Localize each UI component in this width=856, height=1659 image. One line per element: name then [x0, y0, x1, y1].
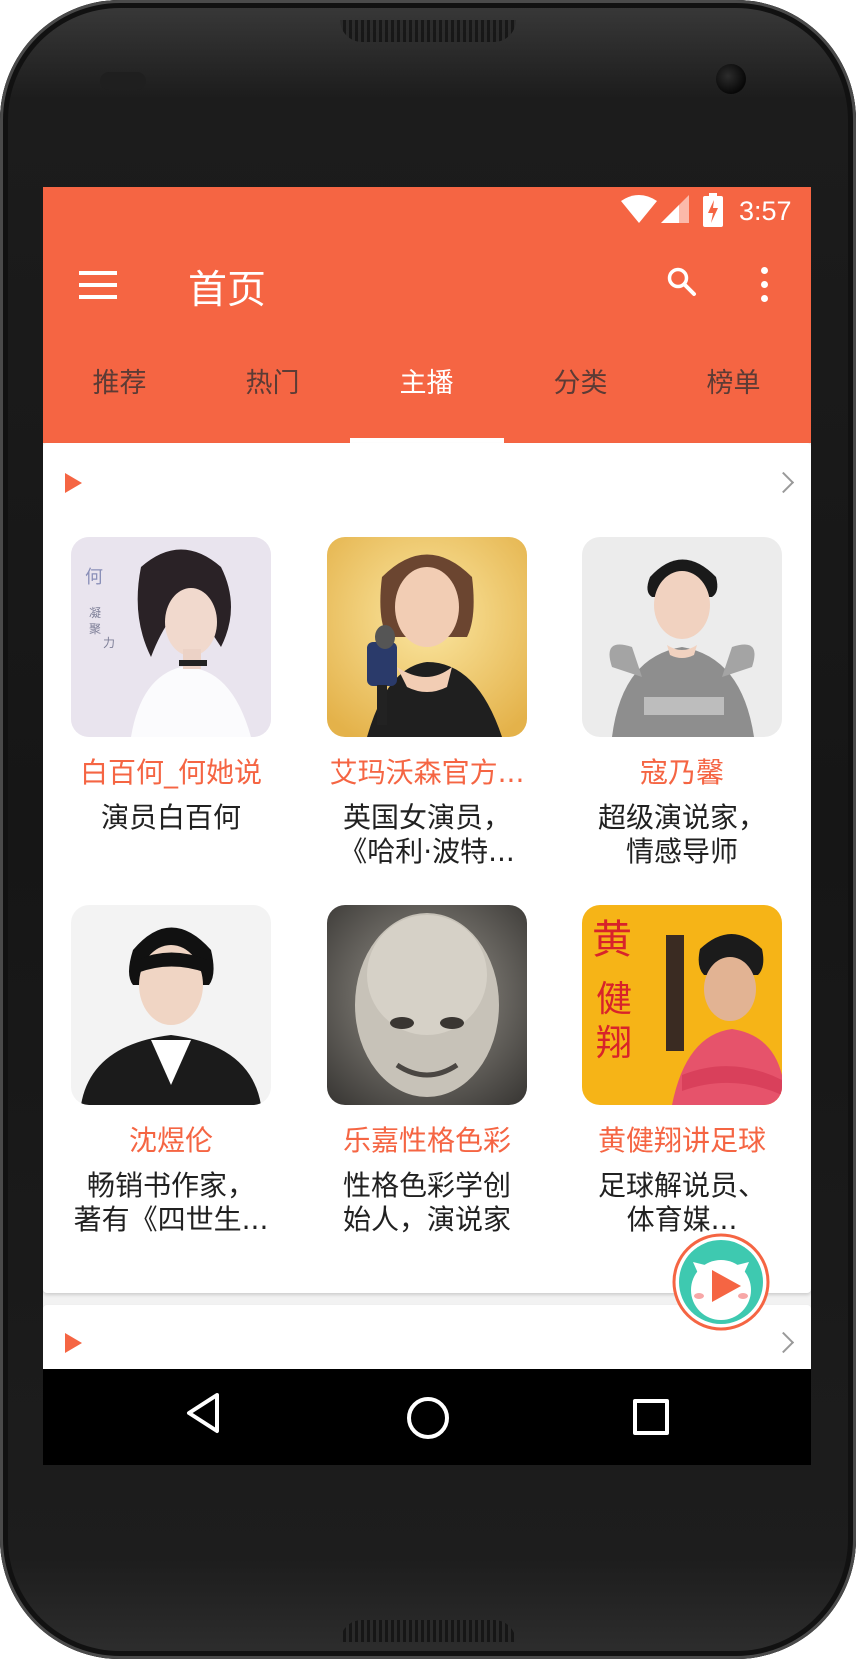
play-icon [65, 1333, 82, 1353]
content-area: 何 凝 聚 力 白百何_何她说 演员白百何 艾玛沃森官方... 英国女演员， 《… [43, 443, 811, 1465]
anchor-item[interactable]: 何 凝 聚 力 白百何_何她说 演员白百何 [71, 537, 271, 867]
system-nav-bar [43, 1369, 811, 1465]
anchor-description-line: 足球解说员、 [597, 1169, 766, 1202]
bottom-speaker [340, 1620, 516, 1642]
anchor-description-line: 著有《四世生... [73, 1203, 269, 1236]
front-camera [716, 64, 746, 94]
svg-text:凝: 凝 [89, 605, 101, 620]
more-options-icon[interactable] [759, 267, 769, 303]
anchor-description: 足球解说员、 体育媒... [572, 1169, 792, 1237]
anchor-avatar [582, 537, 782, 737]
battery-charging-icon [703, 193, 723, 227]
anchor-description-line: 英国女演员， [342, 801, 511, 834]
anchor-avatar: 黄 健 翔 [582, 905, 782, 1105]
tab-anchors[interactable]: 主播 [350, 337, 503, 443]
tab-recommend[interactable]: 推荐 [43, 337, 196, 443]
anchor-description: 超级演说家， 情感导师 [572, 801, 792, 869]
toolbar: 首页 [43, 237, 811, 337]
anchor-item[interactable]: 艾玛沃森官方... 英国女演员， 《哈利·波特... [327, 537, 527, 868]
anchor-description-line: 情感导师 [625, 835, 738, 868]
recent-apps-icon[interactable] [633, 1399, 669, 1435]
anchor-description-line: 超级演说家， [597, 801, 766, 834]
page-title: 首页 [188, 268, 267, 313]
section-header[interactable] [43, 443, 811, 523]
anchor-avatar [327, 537, 527, 737]
anchor-description-line: 性格色彩学创 [342, 1169, 511, 1202]
proximity-sensor [100, 72, 146, 90]
anchor-description-line: 始人，演说家 [342, 1203, 511, 1236]
app-bar: 3:57 首页 推荐 热门 主播 分类 榜单 [43, 187, 811, 443]
tab-hot[interactable]: 热门 [196, 337, 349, 443]
anchor-name: 沈煜伦 [128, 1124, 213, 1157]
app-screen: 3:57 首页 推荐 热门 主播 分类 榜单 何 凝 聚 力 白百何_何她说 演… [43, 187, 811, 1465]
anchor-avatar: 何 凝 聚 力 [71, 537, 271, 737]
status-bar: 3:57 [43, 187, 811, 237]
tab-rankings[interactable]: 榜单 [657, 337, 810, 443]
status-time: 3:57 [739, 196, 792, 226]
svg-text:健: 健 [596, 979, 632, 1020]
anchor-name: 寇乃馨 [639, 756, 724, 789]
search-icon[interactable] [667, 267, 697, 297]
phone-frame: 3:57 首页 推荐 热门 主播 分类 榜单 何 凝 聚 力 白百何_何她说 演… [0, 0, 856, 1659]
anchor-avatar [71, 905, 271, 1105]
anchor-name: 艾玛沃森官方... [329, 756, 525, 789]
anchor-description: 性格色彩学创 始人，演说家 [317, 1169, 537, 1237]
anchor-description-line: 畅销书作家， [86, 1169, 255, 1202]
anchor-name: 黄健翔讲足球 [597, 1124, 766, 1157]
anchor-description-line: 《哈利·波特... [339, 835, 515, 868]
anchor-description: 演员白百何 [61, 801, 281, 835]
anchor-card: 何 凝 聚 力 白百何_何她说 演员白百何 艾玛沃森官方... 英国女演员， 《… [43, 443, 811, 1293]
svg-text:黄: 黄 [592, 917, 632, 963]
hamburger-menu-icon[interactable] [79, 271, 117, 299]
wifi-icon [621, 195, 657, 223]
floating-play-button[interactable] [671, 1232, 771, 1332]
anchor-description: 英国女演员， 《哈利·波特... [317, 801, 537, 869]
play-icon [65, 473, 82, 493]
anchor-description-line: 演员白百何 [100, 801, 241, 834]
home-icon[interactable] [407, 1397, 449, 1439]
tab-categories[interactable]: 分类 [504, 337, 657, 443]
anchor-item[interactable]: 黄 健 翔 黄健翔讲足球 足球解说员、 体育媒... [582, 905, 782, 1236]
back-icon[interactable] [183, 1391, 223, 1435]
anchor-item[interactable]: 沈煜伦 畅销书作家， 著有《四世生... [71, 905, 271, 1236]
anchor-item[interactable]: 寇乃馨 超级演说家， 情感导师 [582, 537, 782, 868]
svg-text:力: 力 [103, 636, 115, 650]
svg-text:何: 何 [85, 567, 103, 588]
anchor-item[interactable]: 乐嘉性格色彩 性格色彩学创 始人，演说家 [327, 905, 527, 1236]
anchor-description: 畅销书作家， 著有《四世生... [61, 1169, 281, 1237]
chevron-right-icon[interactable] [772, 1331, 795, 1354]
svg-text:翔: 翔 [596, 1023, 632, 1064]
tab-bar: 推荐 热门 主播 分类 榜单 [43, 337, 811, 443]
earpiece-speaker [340, 20, 516, 42]
anchor-avatar [327, 905, 527, 1105]
anchor-name: 乐嘉性格色彩 [342, 1124, 511, 1157]
anchor-name: 白百何_何她说 [79, 756, 262, 789]
signal-icon [661, 195, 689, 223]
svg-text:聚: 聚 [89, 622, 101, 636]
play-fab-icon [672, 1233, 770, 1331]
chevron-right-icon[interactable] [772, 471, 795, 494]
